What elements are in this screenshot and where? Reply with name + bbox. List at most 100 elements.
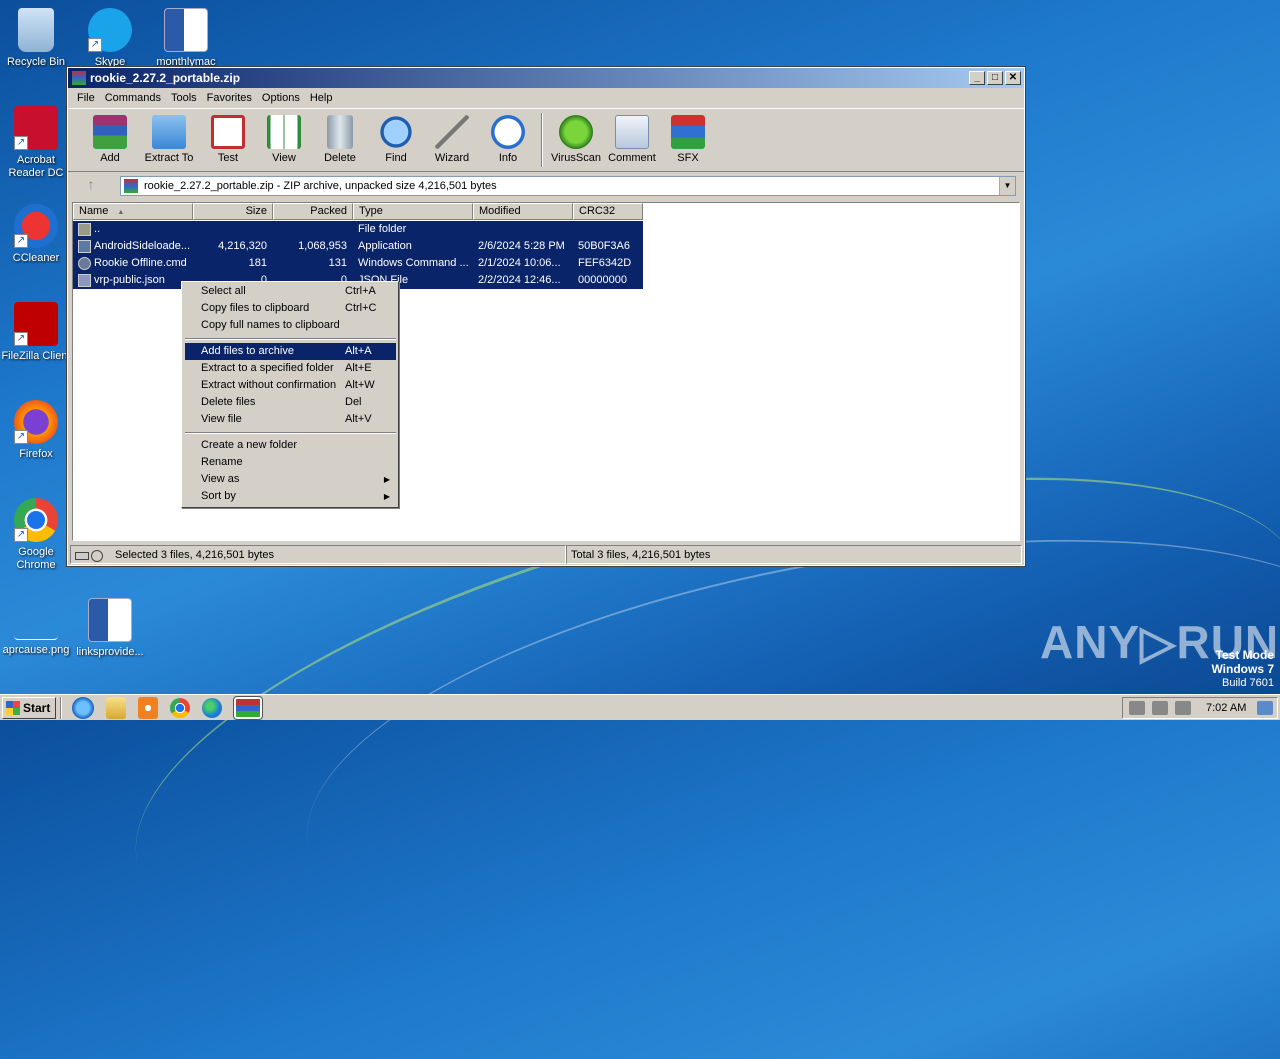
chrome-icon[interactable] [170, 697, 190, 718]
status-total-text: Total 3 files, 4,216,501 bytes [571, 548, 711, 561]
desktop-icon-aprcause[interactable]: aprcause.png [0, 600, 74, 657]
column-header-packed[interactable]: Packed [273, 203, 353, 220]
sfx-button[interactable]: SFX [660, 113, 716, 164]
start-button[interactable]: Start [2, 696, 56, 719]
info-button[interactable]: Info [480, 113, 536, 164]
minimize-button[interactable]: _ [969, 71, 985, 85]
row-crc32: 50B0F3A6 [578, 240, 630, 252]
menu-commands[interactable]: Commands [100, 92, 166, 104]
find-button[interactable]: Find [368, 113, 424, 164]
menu-item-label: Copy files to clipboard [201, 302, 310, 314]
media-player-icon[interactable] [138, 696, 158, 719]
table-row[interactable]: AndroidSideloade... 4,216,320 1,068,953 … [73, 238, 643, 255]
menu-file[interactable]: File [72, 92, 100, 104]
test-mode-label: Test Mode Windows 7 Build 7601 [1211, 648, 1274, 690]
menu-tools[interactable]: Tools [166, 92, 202, 104]
window-title: rookie_2.27.2_portable.zip [90, 71, 241, 85]
row-modified: 2/1/2024 10:06... [478, 257, 561, 269]
status-selected: Selected 3 files, 4,216,501 bytes [70, 545, 566, 564]
menu-options[interactable]: Options [257, 92, 305, 104]
menu-item-view-file[interactable]: View file Alt+V [185, 411, 396, 428]
book-icon [267, 115, 301, 149]
menu-item-sort-by[interactable]: Sort by ▶ [185, 488, 396, 505]
row-modified: 2/6/2024 5:28 PM [478, 240, 565, 252]
menu-item-extract-to-folder[interactable]: Extract to a specified folder Alt+E [185, 360, 396, 377]
menu-item-add-files[interactable]: Add files to archive Alt+A [185, 343, 396, 360]
archive-path-combo[interactable]: rookie_2.27.2_portable.zip - ZIP archive… [120, 176, 1016, 196]
menu-item-extract-without-confirmation[interactable]: Extract without confirmation Alt+W [185, 377, 396, 394]
desktop-icon-label: Google Chrome [16, 546, 56, 571]
extract-to-button[interactable]: Extract To [138, 113, 200, 164]
add-button[interactable]: Add [82, 113, 138, 164]
drive-icon[interactable] [75, 549, 107, 562]
magic-wand-icon [435, 115, 469, 149]
wizard-button[interactable]: Wizard [424, 113, 480, 164]
view-button[interactable]: View [256, 113, 312, 164]
skype-icon: ↗ [88, 8, 132, 52]
explorer-folder-icon[interactable] [106, 696, 126, 719]
desktop-icon-chrome[interactable]: ↗ Google Chrome [0, 498, 74, 572]
menu-item-delete-files[interactable]: Delete files Del [185, 394, 396, 411]
show-desktop-icon[interactable] [1257, 700, 1273, 715]
network-icon[interactable] [1152, 700, 1168, 715]
desktop-icon-firefox[interactable]: ↗ Firefox [0, 400, 74, 461]
chevron-down-icon[interactable]: ▼ [999, 177, 1015, 195]
add-label: Add [100, 152, 120, 164]
row-crc32: FEF6342D [578, 257, 632, 269]
edge-icon[interactable] [202, 697, 222, 718]
test-button[interactable]: Test [200, 113, 256, 164]
shortcut-arrow-icon: ↗ [14, 136, 28, 150]
menu-item-create-folder[interactable]: Create a new folder [185, 437, 396, 454]
sfx-icon [671, 115, 705, 149]
table-row[interactable]: Rookie Offline.cmd 181 131 Windows Comma… [73, 255, 643, 272]
clock[interactable]: 7:02 AM [1206, 702, 1246, 714]
column-header-type[interactable]: Type [353, 203, 473, 220]
column-header-name[interactable]: Name ▲ [73, 203, 193, 220]
delete-button[interactable]: Delete [312, 113, 368, 164]
menu-separator [185, 338, 396, 340]
desktop-icon-filezilla[interactable]: ↗ FileZilla Client [0, 302, 74, 363]
menu-item-shortcut: Alt+W [345, 379, 375, 391]
desktop-icon-monthlymac[interactable]: monthlymac [148, 8, 224, 69]
menu-item-copy-full-names[interactable]: Copy full names to clipboard [185, 317, 396, 334]
wizard-label: Wizard [434, 152, 470, 164]
column-header-modified[interactable]: Modified [473, 203, 573, 220]
desktop-icon-skype[interactable]: ↗ Skype [72, 8, 148, 69]
shortcut-arrow-icon: ↗ [14, 332, 28, 346]
desktop-icon-ccleaner[interactable]: ↗ CCleaner [0, 204, 74, 265]
internet-explorer-icon[interactable] [72, 696, 94, 719]
menu-item-copy-files[interactable]: Copy files to clipboard Ctrl+C [185, 300, 396, 317]
context-menu: Select all Ctrl+A Copy files to clipboar… [181, 281, 399, 508]
word-document-icon [88, 598, 132, 642]
column-header-size[interactable]: Size [193, 203, 273, 220]
volume-icon[interactable] [1129, 700, 1145, 715]
menu-item-label: Extract to a specified folder [201, 362, 334, 374]
menu-help[interactable]: Help [305, 92, 338, 104]
desktop-icon-recycle-bin[interactable]: Recycle Bin [0, 8, 74, 69]
desktop-icon-linksprovide[interactable]: linksprovide... [72, 598, 148, 659]
comment-button[interactable]: Comment [604, 113, 660, 164]
desktop-icon-acrobat[interactable]: ↗ Acrobat Reader DC [0, 106, 74, 180]
windows-logo-icon [6, 700, 20, 715]
title-bar[interactable]: rookie_2.27.2_portable.zip _ □ ✕ [68, 68, 1024, 88]
maximize-button[interactable]: □ [987, 71, 1003, 85]
menu-item-rename[interactable]: Rename [185, 454, 396, 471]
virusscan-button[interactable]: VirusScan [548, 113, 604, 164]
menu-item-label: Delete files [201, 396, 256, 408]
shortcut-arrow-icon: ↗ [88, 38, 102, 52]
winrar-taskbar-icon[interactable] [233, 695, 263, 720]
menu-item-select-all[interactable]: Select all Ctrl+A [185, 283, 396, 300]
column-header-crc32[interactable]: CRC32 [573, 203, 643, 220]
firefox-icon: ↗ [14, 400, 58, 444]
row-packed: 131 [328, 257, 347, 269]
menu-item-view-as[interactable]: View as ▶ [185, 471, 396, 488]
close-button[interactable]: ✕ [1005, 71, 1021, 85]
ccleaner-icon: ↗ [14, 204, 58, 248]
up-arrow-icon[interactable]: ↑ [76, 176, 106, 196]
table-row[interactable]: .. File folder [73, 221, 643, 238]
menu-favorites[interactable]: Favorites [202, 92, 257, 104]
menu-item-label: Create a new folder [201, 439, 297, 451]
row-name: vrp-public.json [94, 274, 165, 286]
flag-notification-icon[interactable] [1175, 700, 1191, 715]
row-type: Application [358, 240, 412, 252]
